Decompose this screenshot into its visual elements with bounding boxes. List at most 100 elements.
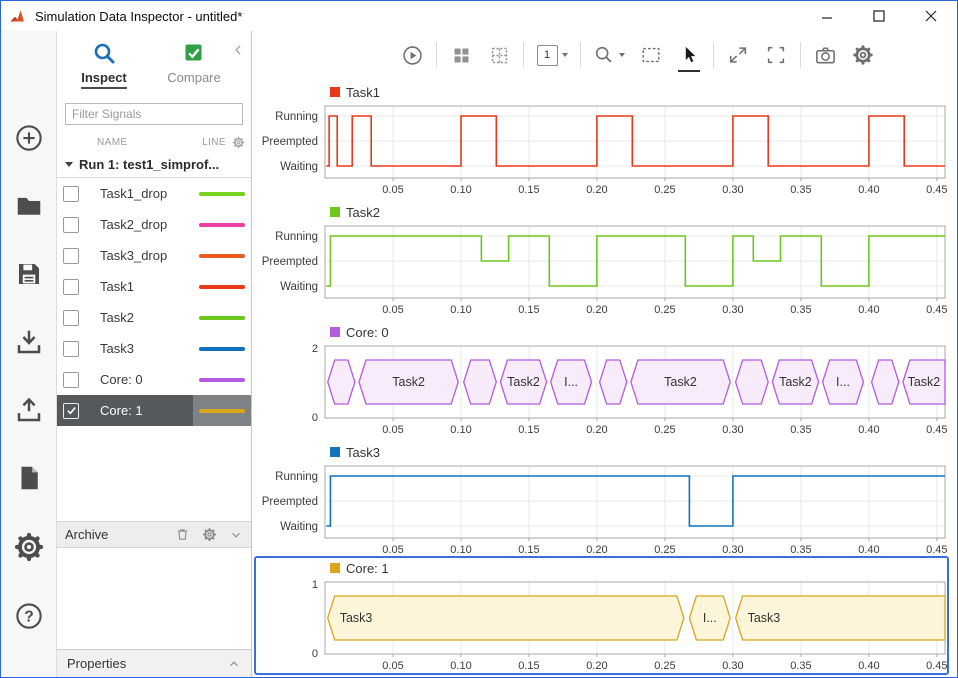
task2-chart[interactable]: Waiting Preempted Running 0.05 0.10 0.15 0.20 0…	[252, 220, 952, 318]
toolbar-separator	[800, 42, 801, 68]
snapshot-button[interactable]	[811, 41, 839, 69]
add-run-button[interactable]	[14, 123, 44, 153]
compare-check-icon	[185, 44, 202, 61]
signal-row-task2[interactable]: Task2	[57, 302, 251, 333]
export-button[interactable]	[14, 395, 44, 425]
preferences-button[interactable]	[13, 531, 45, 563]
signal-checkbox[interactable]	[63, 371, 79, 388]
filter-signals-input[interactable]	[65, 103, 243, 125]
layout-grid-button[interactable]	[447, 41, 475, 69]
plot-legend: Task2	[330, 204, 957, 220]
signal-row-core-0[interactable]: Core: 0	[57, 364, 251, 395]
new-document-button[interactable]	[14, 463, 44, 493]
plot-core-1[interactable]: Core: 1 1 0 0.05 0.10 0.15 0.20 0.25 0.30 0.35 0.…	[252, 555, 957, 677]
svg-text:0.25: 0.25	[654, 660, 675, 672]
column-line-header: LINE	[202, 136, 226, 148]
signal-row-task1-drop[interactable]: Task1_drop	[57, 178, 251, 209]
help-button[interactable]: ?	[14, 601, 44, 631]
plot-workspace: 1 Task1 Waiting Preempted Running 0.05 0…	[252, 31, 957, 677]
svg-text:Task2: Task2	[779, 375, 812, 389]
signal-row-task1[interactable]: Task1	[57, 271, 251, 302]
signal-checkbox[interactable]	[63, 278, 79, 295]
tab-compare[interactable]: Compare	[157, 41, 231, 101]
signal-line-cell	[193, 271, 251, 302]
svg-text:0.30: 0.30	[722, 184, 743, 196]
open-session-button[interactable]	[14, 191, 44, 221]
archive-body	[57, 548, 251, 649]
svg-text:Task2: Task2	[392, 375, 425, 389]
close-button[interactable]	[905, 1, 957, 31]
signal-checkbox[interactable]	[63, 402, 79, 419]
save-session-button[interactable]	[14, 259, 44, 289]
plot-core-0[interactable]: Core: 0 2 0 0.05 0.10 0.15 0.20 0.25 0.30 0.35 0.…	[252, 319, 957, 439]
collapse-panel-button[interactable]	[232, 43, 246, 62]
svg-text:0.25: 0.25	[654, 304, 675, 316]
run-group-label: Run 1: test1_simprof...	[79, 157, 220, 172]
archive-section-header[interactable]: Archive	[57, 521, 251, 548]
svg-text:Preempted: Preempted	[262, 136, 318, 148]
magnifier-icon	[94, 43, 115, 64]
column-settings-gear-icon[interactable]	[232, 136, 245, 149]
signal-name: Task1	[100, 279, 134, 294]
properties-section-header[interactable]: Properties	[57, 649, 251, 677]
column-name-header: NAME	[97, 136, 128, 148]
expand-caret-icon[interactable]	[65, 162, 73, 167]
svg-text:I...: I...	[836, 375, 850, 389]
signal-line-cell	[193, 209, 251, 240]
signal-line-swatch	[199, 222, 245, 227]
svg-text:0.45: 0.45	[926, 304, 947, 316]
signal-row-task3[interactable]: Task3	[57, 333, 251, 364]
fit-to-view-button[interactable]	[724, 41, 752, 69]
plot-layout-selector[interactable]: 1	[534, 41, 570, 69]
signal-line-swatch	[199, 284, 245, 289]
svg-text:1: 1	[312, 579, 318, 591]
task1-chart[interactable]: Waiting Preempted Running 0.05 0.10 0.15 0.20 0…	[252, 100, 952, 198]
signal-name: Task1_drop	[100, 186, 168, 201]
dropdown-caret-icon	[619, 53, 625, 57]
task3-chart[interactable]: WaitingPreemptedRunning0.05 0.10 0.15 0.20 0…	[252, 460, 952, 558]
svg-text:0.20: 0.20	[586, 304, 607, 316]
plot-task3[interactable]: Task3 Waiting Preempted Running 0.05 0.10 0.1…	[252, 439, 957, 558]
svg-text:0.45: 0.45	[926, 184, 947, 196]
zoom-button[interactable]	[591, 41, 627, 69]
signal-row-core-1[interactable]: Core: 1	[57, 395, 251, 426]
archive-settings-gear-icon[interactable]	[202, 527, 217, 542]
plot-legend: Task3	[330, 444, 957, 460]
cursor-tool-button[interactable]	[675, 41, 703, 72]
core0-chart[interactable]: 2 0 0.05 0.10 0.15 0.20 0.25 0.30 0.35 0.40 0.45 Ta…	[252, 340, 952, 438]
signal-line-cell	[193, 302, 251, 333]
signal-line-swatch	[199, 377, 245, 382]
tab-inspect[interactable]: Inspect	[67, 41, 141, 101]
signal-checkbox[interactable]	[63, 247, 79, 264]
svg-text:0.20: 0.20	[586, 424, 607, 436]
signal-checkbox[interactable]	[63, 185, 79, 202]
trash-icon[interactable]	[175, 527, 190, 542]
signal-name: Task3	[100, 341, 134, 356]
import-button[interactable]	[14, 327, 44, 357]
signal-row-task3-drop[interactable]: Task3_drop	[57, 240, 251, 271]
run-button[interactable]	[398, 41, 426, 69]
app-window: Simulation Data Inspector - untitled* ?	[0, 0, 958, 678]
core1-chart[interactable]: 1 0 0.05 0.10 0.15 0.20 0.25 0.30 0.35 0.40 0.45 Ta…	[252, 576, 952, 674]
signal-row-task2-drop[interactable]: Task2_drop	[57, 209, 251, 240]
legend-swatch	[330, 87, 340, 97]
chevron-up-icon[interactable]	[227, 657, 241, 671]
maximize-plot-button[interactable]	[762, 41, 790, 69]
plot-task1[interactable]: Task1 Waiting Preempted Running 0.05 0.10 0.1…	[252, 79, 957, 199]
archive-label: Archive	[65, 527, 109, 542]
signal-checkbox[interactable]	[63, 340, 79, 357]
subplot-grid-button[interactable]	[485, 41, 513, 69]
svg-text:0.20: 0.20	[586, 660, 607, 672]
region-select-button[interactable]	[637, 41, 665, 69]
run-group-row[interactable]: Run 1: test1_simprof...	[57, 152, 251, 178]
plot-task2[interactable]: Task2 Waiting Preempted Running 0.05 0.10 0.1…	[252, 199, 957, 319]
svg-text:Task3: Task3	[340, 611, 373, 625]
maximize-button[interactable]	[853, 1, 905, 31]
signal-checkbox[interactable]	[63, 309, 79, 326]
svg-text:Task3: Task3	[748, 611, 781, 625]
signal-name: Task3_drop	[100, 248, 168, 263]
minimize-button[interactable]	[801, 1, 853, 31]
chevron-down-icon[interactable]	[229, 528, 243, 542]
visualization-settings-button[interactable]	[849, 41, 877, 69]
signal-checkbox[interactable]	[63, 216, 79, 233]
